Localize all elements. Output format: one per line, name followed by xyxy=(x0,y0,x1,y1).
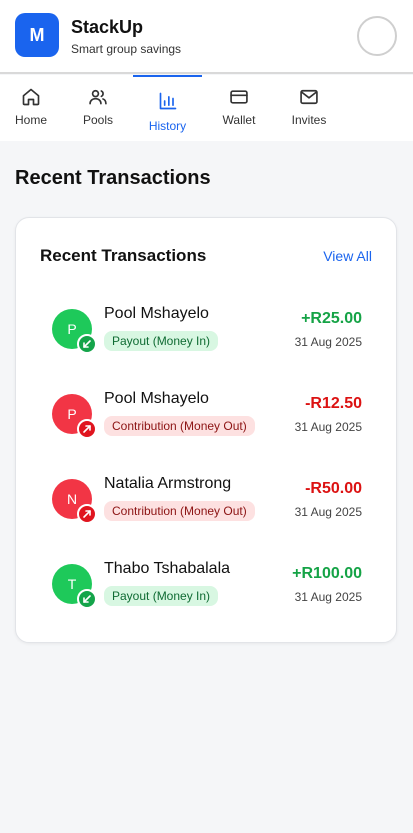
tab-wallet-label: Wallet xyxy=(222,113,256,127)
transaction-row[interactable]: T Thabo Tshabalala Payout (Money In) +R1… xyxy=(16,559,398,629)
tab-bar: Home Pools History Wallet Invites xyxy=(0,75,413,141)
app-tagline: Smart group savings xyxy=(71,42,182,56)
money-in-icon xyxy=(77,334,97,354)
money-in-icon xyxy=(77,589,97,609)
transaction-amount: +R100.00 xyxy=(292,565,362,582)
transaction-amount: +R25.00 xyxy=(301,310,362,327)
transaction-name: Thabo Tshabalala xyxy=(104,560,231,577)
tab-home[interactable]: Home xyxy=(0,75,62,141)
transaction-amount: -R50.00 xyxy=(305,480,362,497)
tab-history-label: History xyxy=(148,119,187,133)
transaction-name: Natalia Armstrong xyxy=(104,475,232,492)
tab-home-label: Home xyxy=(14,113,47,127)
transaction-type-badge: Contribution (Money Out) xyxy=(104,501,255,521)
transaction-date: 31 Aug 2025 xyxy=(294,335,362,349)
transaction-date: 31 Aug 2025 xyxy=(294,505,362,519)
app-header: M StackUp Smart group savings xyxy=(0,0,413,74)
tab-pools[interactable]: Pools xyxy=(68,75,128,141)
transaction-row[interactable]: P Pool Mshayelo Payout (Money In) +R25.0… xyxy=(16,304,398,374)
transactions-card: Recent Transactions View All P Pool Msha… xyxy=(15,217,397,643)
card-title: Recent Transactions xyxy=(40,246,207,265)
tab-pools-label: Pools xyxy=(82,113,114,127)
tab-wallet[interactable]: Wallet xyxy=(208,75,270,141)
page-title: Recent Transactions xyxy=(15,167,211,189)
app-logo[interactable]: M xyxy=(15,13,59,57)
transaction-name: Pool Mshayelo xyxy=(104,305,209,322)
tab-invites-label: Invites xyxy=(291,113,327,127)
bar-chart-icon xyxy=(159,92,176,110)
users-icon xyxy=(89,89,107,105)
profile-avatar-button[interactable] xyxy=(357,16,397,56)
transaction-date: 31 Aug 2025 xyxy=(294,590,362,604)
wallet-icon xyxy=(230,90,248,104)
transaction-row[interactable]: P Pool Mshayelo Contribution (Money Out)… xyxy=(16,389,398,459)
money-out-icon xyxy=(77,504,97,524)
transaction-type-badge: Payout (Money In) xyxy=(104,586,219,606)
transaction-date: 31 Aug 2025 xyxy=(294,420,362,434)
transaction-name: Pool Mshayelo xyxy=(104,390,209,407)
transaction-type-badge: Contribution (Money Out) xyxy=(104,416,255,436)
app-title: StackUp xyxy=(71,17,144,37)
tab-history[interactable]: History xyxy=(133,75,202,141)
transaction-row[interactable]: N Natalia Armstrong Contribution (Money … xyxy=(16,474,398,544)
transaction-type-badge: Payout (Money In) xyxy=(104,331,219,351)
tab-invites[interactable]: Invites xyxy=(278,75,340,141)
money-out-icon xyxy=(77,419,97,439)
transaction-amount: -R12.50 xyxy=(305,395,362,412)
view-all-link[interactable]: View All xyxy=(323,248,372,264)
home-icon xyxy=(22,88,40,106)
mail-icon xyxy=(300,89,318,105)
